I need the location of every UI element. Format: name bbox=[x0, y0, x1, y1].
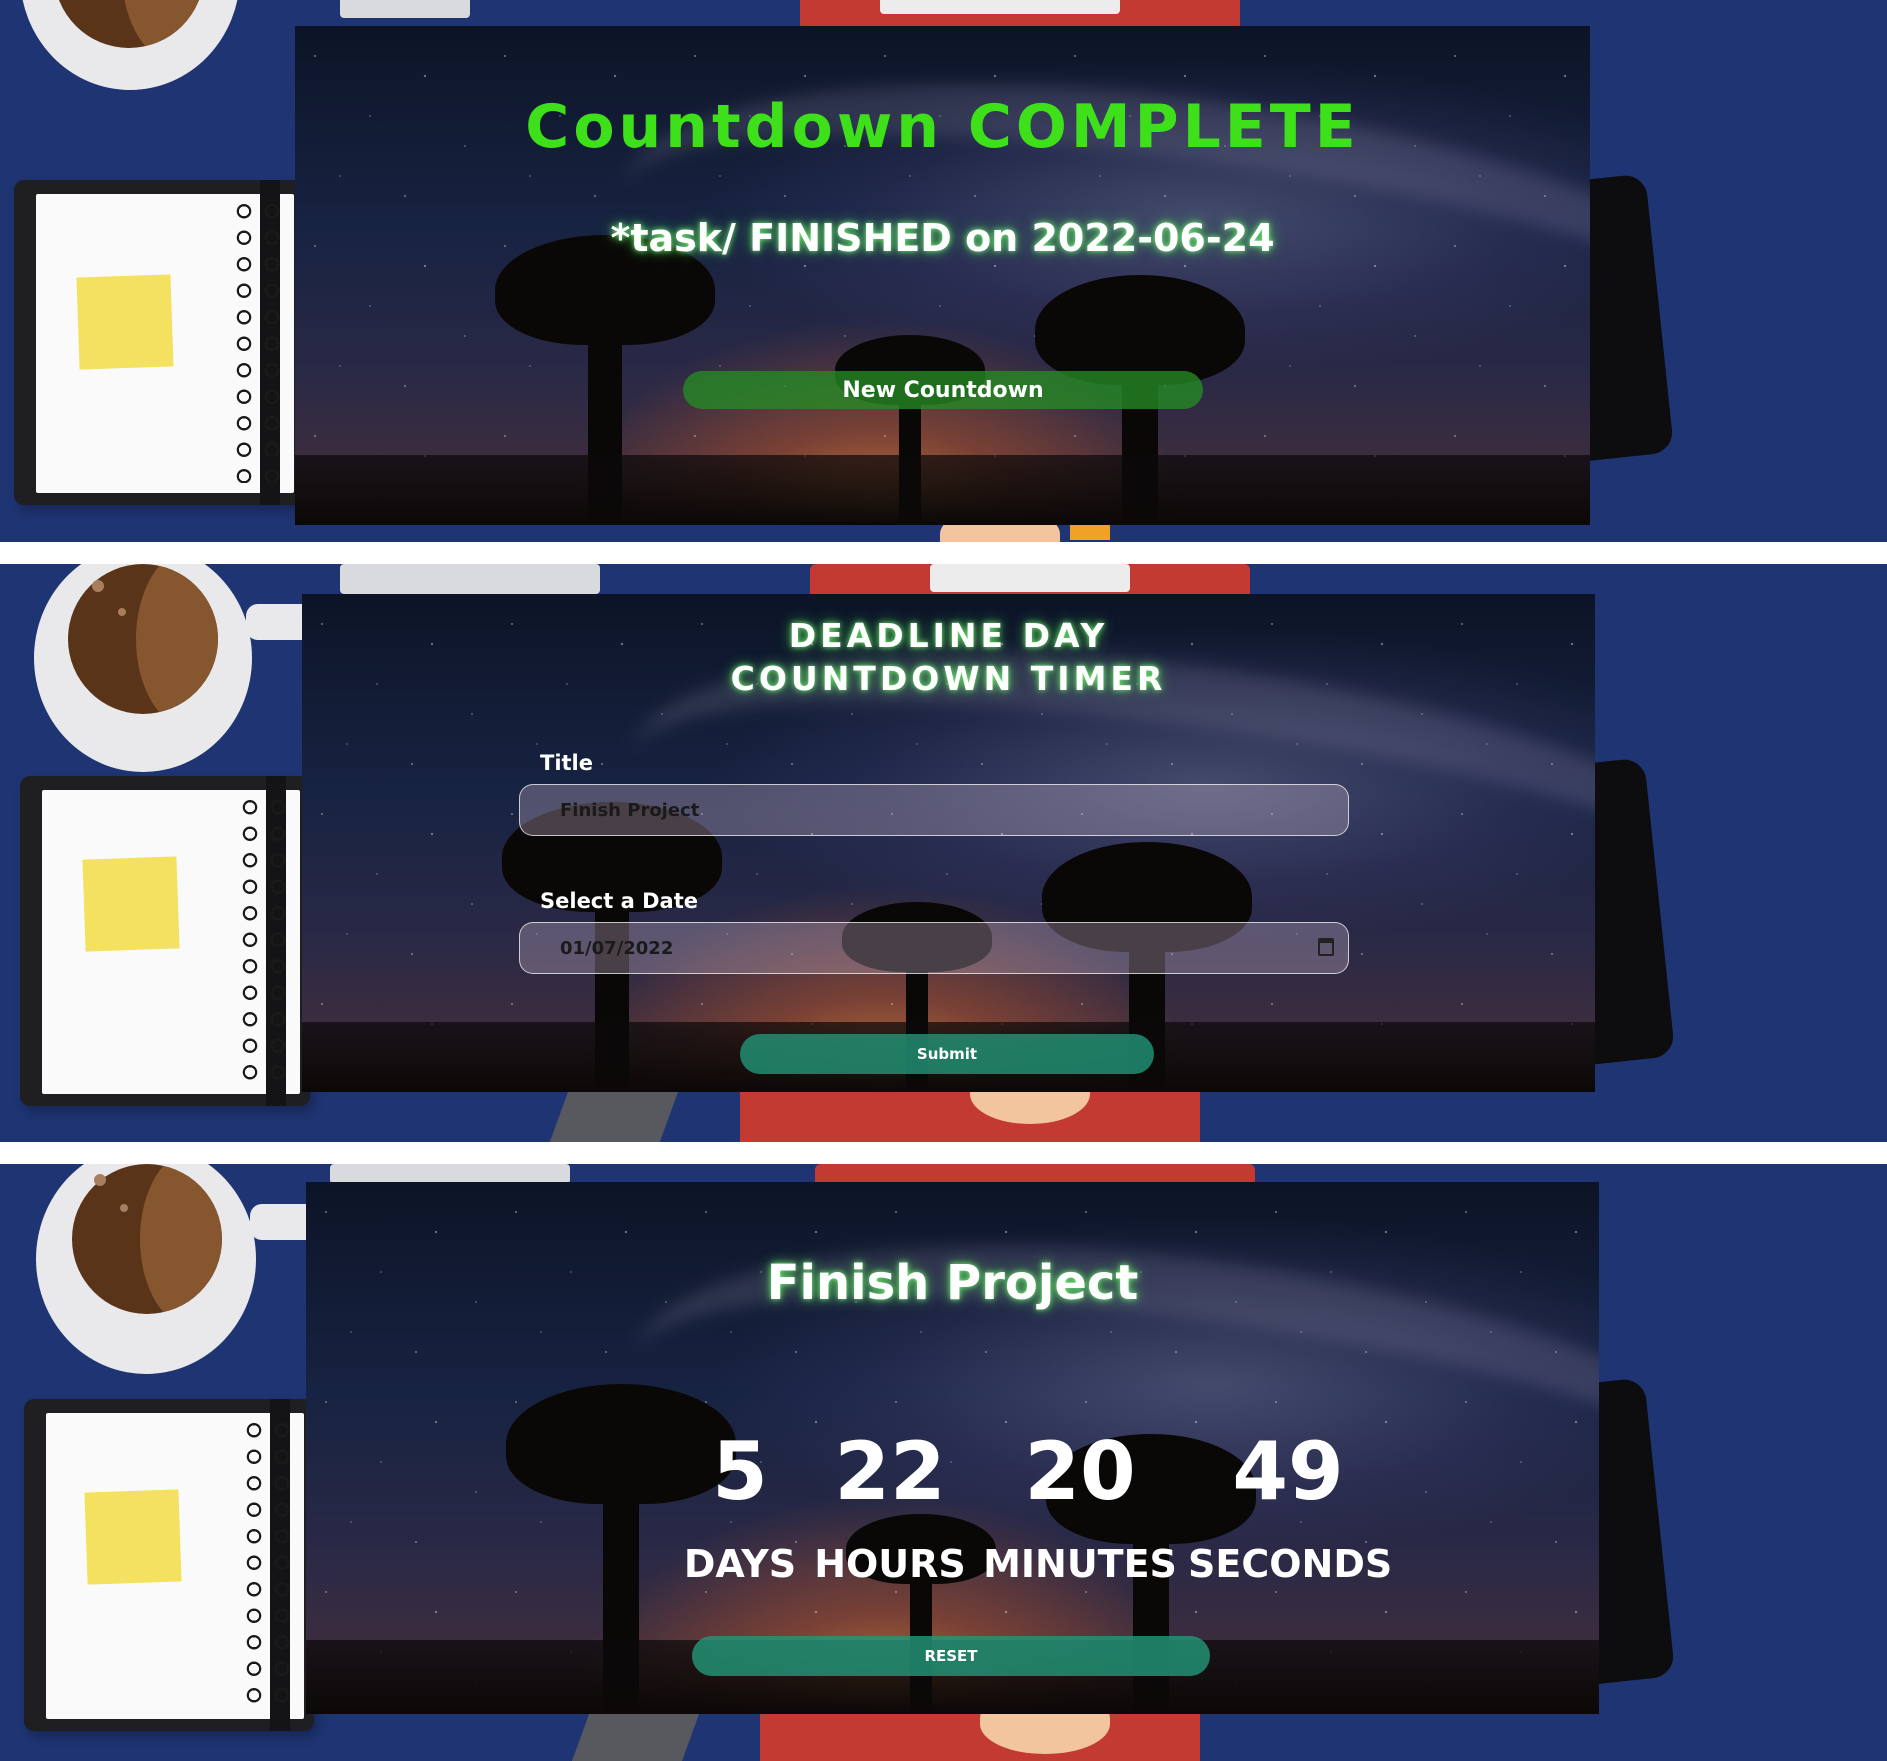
minutes-value: 20 bbox=[1024, 1425, 1136, 1518]
title-label: Title bbox=[540, 751, 594, 775]
spiral-notebook-3 bbox=[24, 1399, 314, 1731]
paper-card-1 bbox=[880, 0, 1120, 14]
date-label: Select a Date bbox=[540, 889, 698, 913]
form-heading-line1: DEADLINE DAY bbox=[788, 616, 1109, 655]
reset-button[interactable]: RESET bbox=[692, 1636, 1210, 1676]
keyboard-1 bbox=[340, 0, 470, 18]
countdown-title: Finish Project bbox=[766, 1255, 1139, 1311]
new-countdown-button[interactable]: New Countdown bbox=[683, 371, 1203, 409]
paper-card-2 bbox=[930, 564, 1130, 592]
date-input[interactable]: 01/07/2022 bbox=[519, 922, 1349, 974]
coffee-mug-1 bbox=[20, 0, 240, 90]
form-heading-line2: COUNTDOWN TIMER bbox=[730, 659, 1167, 698]
spiral-notebook-2 bbox=[20, 776, 310, 1106]
seconds-value: 49 bbox=[1232, 1425, 1344, 1518]
submit-button[interactable]: Submit bbox=[740, 1034, 1154, 1074]
finished-message: *task/ FINISHED on 2022-06-24 bbox=[610, 216, 1275, 260]
minutes-label: MINUTES bbox=[983, 1542, 1177, 1586]
seconds-label: SECONDS bbox=[1188, 1542, 1393, 1586]
days-value: 5 bbox=[712, 1425, 768, 1518]
form-heading: DEADLINE DAY COUNTDOWN TIMER bbox=[302, 614, 1595, 700]
countdown-complete-panel: Countdown COMPLETE *task/ FINISHED on 20… bbox=[295, 26, 1590, 525]
hours-value: 22 bbox=[834, 1425, 946, 1518]
keyboard-2 bbox=[340, 564, 600, 594]
countdown-running-panel: Finish Project 5 22 20 49 DAYS HOURS MIN… bbox=[306, 1182, 1599, 1714]
hours-label: HOURS bbox=[814, 1542, 966, 1586]
title-input[interactable]: Finish Project bbox=[519, 784, 1349, 836]
complete-heading: Countdown COMPLETE bbox=[525, 92, 1360, 162]
keyboard-3 bbox=[330, 1164, 570, 1184]
coffee-mug-2 bbox=[34, 564, 330, 772]
coffee-mug-3 bbox=[36, 1164, 336, 1374]
spiral-notebook-1 bbox=[14, 180, 304, 505]
countdown-form-panel: DEADLINE DAY COUNTDOWN TIMER Title Finis… bbox=[302, 594, 1595, 1092]
date-input-value: 01/07/2022 bbox=[560, 937, 674, 959]
desk-background-1: Countdown COMPLETE *task/ FINISHED on 20… bbox=[0, 0, 1887, 542]
calendar-icon[interactable] bbox=[1318, 938, 1334, 956]
desk-background-2: DEADLINE DAY COUNTDOWN TIMER Title Finis… bbox=[0, 564, 1887, 1142]
gray-object-2 bbox=[549, 1084, 681, 1142]
desk-background-3: Finish Project 5 22 20 49 DAYS HOURS MIN… bbox=[0, 1164, 1887, 1761]
title-input-value: Finish Project bbox=[560, 799, 700, 821]
gray-object-3 bbox=[569, 1709, 701, 1761]
